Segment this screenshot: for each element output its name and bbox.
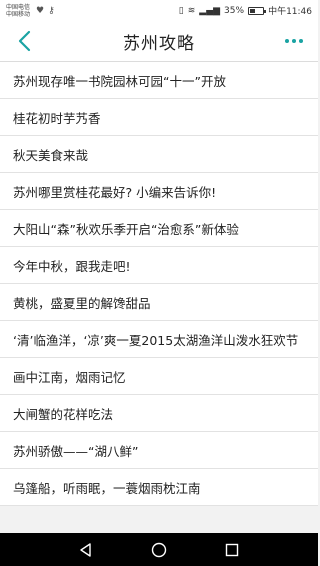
list-item[interactable]: 大闸蟹的花样吃法 (0, 395, 318, 432)
battery-percent: 35% (224, 5, 245, 16)
back-button[interactable] (12, 29, 36, 53)
list-item[interactable]: 桂花初时芋艿香 (0, 99, 318, 136)
app-bar: 苏州攻略 (0, 21, 318, 62)
signal-icon: ▂▄▆ (199, 5, 221, 16)
key-icon: ⚷ (48, 5, 55, 16)
more-options-button[interactable] (282, 29, 306, 53)
article-list: 苏州现存唯一书院园林可园“十一”开放 桂花初时芋艿香 秋天美食来哉 苏州哪里赏桂… (0, 62, 318, 506)
nav-recent-button[interactable] (220, 538, 244, 562)
nav-back-button[interactable] (74, 538, 98, 562)
carrier-line-2: 中国移动 (6, 10, 31, 18)
vibrate-icon: ▯ (178, 5, 184, 16)
list-item[interactable]: 秋天美食来哉 (0, 136, 318, 173)
list-item[interactable]: 大阳山“森”秋欢乐季开启“治愈系”新体验 (0, 210, 318, 247)
carrier-info: 中国电信 中国移动 (6, 4, 30, 18)
app-notification-icon: ♥ (36, 5, 45, 16)
system-nav-bar (0, 533, 318, 566)
page-title: 苏州攻略 (123, 33, 195, 54)
status-bar: 中国电信 中国移动 ♥ ⚷ ▯ ≋ ▂▄▆ 35% 中午11:46 (0, 0, 318, 21)
chevron-left-icon (18, 30, 31, 52)
triangle-back-icon (80, 542, 92, 557)
list-item[interactable]: 今年中秋，跟我走吧! (0, 247, 318, 284)
list-item[interactable]: 乌篷船，听雨眠，一蓑烟雨枕江南 (0, 469, 318, 506)
list-item[interactable]: ‘清’临渔洋，‘凉’爽一夏2015太湖渔洋山泼水狂欢节 (0, 321, 318, 358)
list-item[interactable]: 苏州现存唯一书院园林可园“十一”开放 (0, 62, 318, 99)
more-dots-icon (285, 39, 303, 43)
list-item[interactable]: 画中江南，烟雨记忆 (0, 358, 318, 395)
battery-fill (250, 8, 255, 13)
wifi-icon: ≋ (187, 5, 196, 16)
battery-icon (248, 6, 267, 15)
clock: 中午11:46 (268, 7, 312, 17)
list-item[interactable]: 苏州哪里赏桂花最好? 小编来告诉你! (0, 173, 318, 210)
circle-home-icon (151, 542, 167, 557)
status-right: ▯ ≋ ▂▄▆ 35% 中午11:46 (178, 4, 312, 18)
square-recent-icon (225, 543, 238, 556)
list-item[interactable]: 黄桃，盛夏里的解馋甜品 (0, 284, 318, 321)
nav-home-button[interactable] (147, 538, 171, 562)
status-left-icons: ♥ ⚷ (36, 6, 55, 16)
list-item[interactable]: 苏州骄傲——“湖八鲜” (0, 432, 318, 469)
carrier-line-1: 中国电信 (6, 3, 31, 11)
